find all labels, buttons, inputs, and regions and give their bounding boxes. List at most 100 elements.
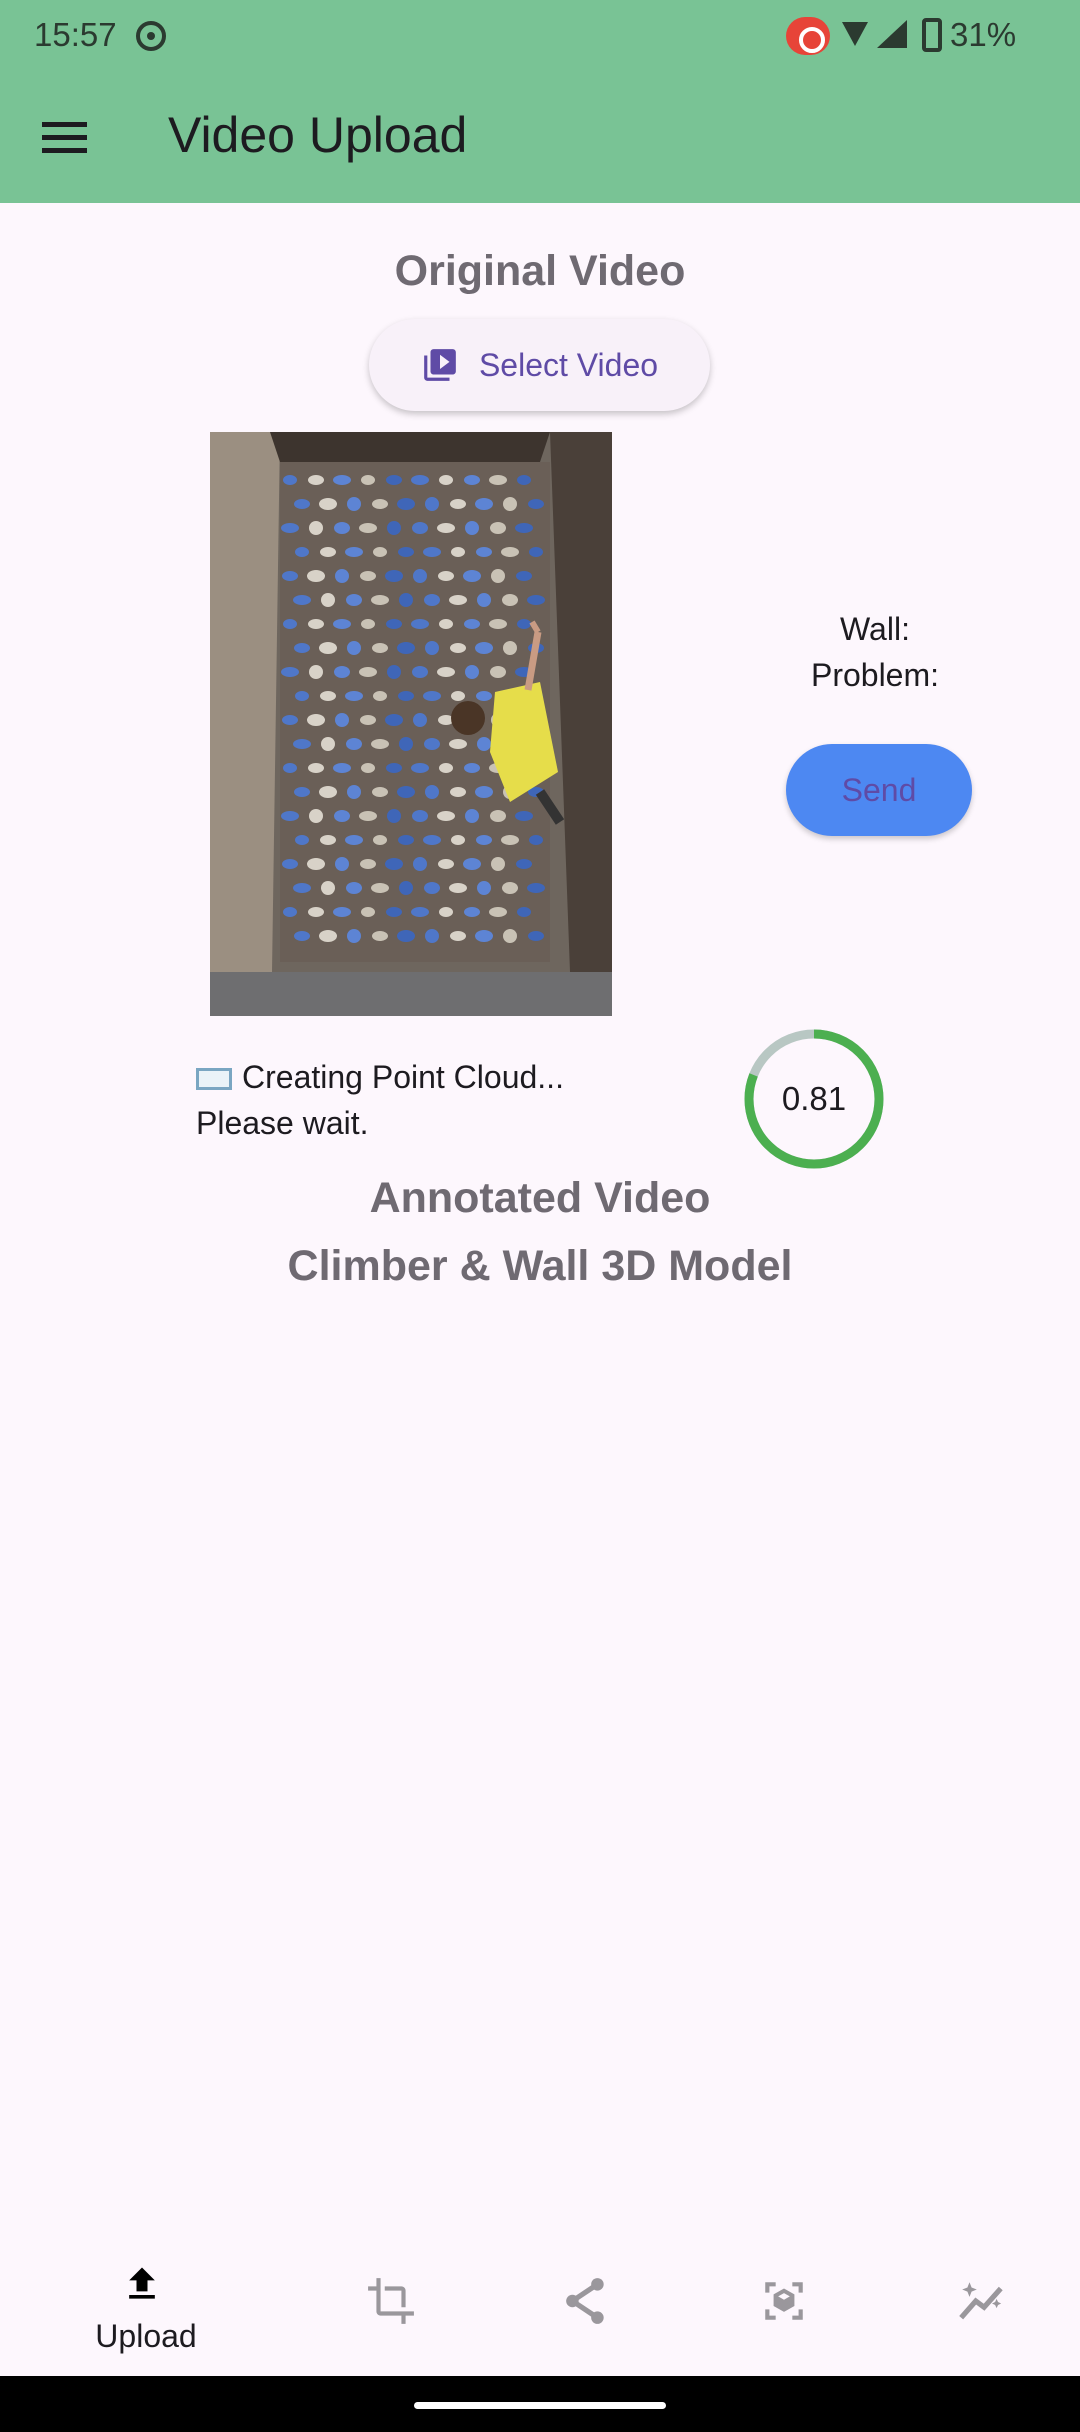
progress-value: 0.81 [781,1080,847,1117]
climbing-hold [464,619,480,629]
climbing-hold [361,475,375,485]
climbing-hold [387,521,401,535]
climbing-hold [283,763,297,773]
climbing-hold [335,857,349,871]
climbing-hold [424,738,440,750]
climbing-hold [516,859,532,869]
climbing-hold [360,859,376,869]
climbing-hold [501,835,519,845]
select-video-button[interactable]: Select Video [369,319,710,411]
climbing-hold [425,785,439,799]
climbing-hold [463,858,481,870]
climbing-hold [372,643,388,653]
status-bar: 15:57 31% [0,0,1080,72]
climbing-hold [281,667,299,677]
climbing-hold [307,714,325,726]
climbing-hold [320,547,336,557]
nav-share[interactable] [498,2240,678,2376]
annotated-video-title: Annotated Video [369,1174,711,1222]
nav-crop[interactable] [302,2240,482,2376]
climbing-hold [308,763,324,773]
climbing-hold [281,523,299,533]
climbing-hold [489,619,507,629]
app-bar: Video Upload [0,72,1080,203]
climbing-hold [425,929,439,943]
problem-label: Problem: [810,657,940,693]
climbing-hold [294,499,310,509]
climbing-hold [361,763,375,773]
analytics-icon [959,2282,1003,2320]
crop-icon [368,2278,414,2324]
climbing-hold [489,475,507,485]
nav-3d-model[interactable] [695,2240,875,2376]
settings-dot-icon [136,21,166,51]
climbing-hold [437,667,455,677]
climbing-hold [309,809,323,823]
climbing-hold [347,785,361,799]
video-preview[interactable] [210,432,612,1016]
climbing-hold [309,521,323,535]
model-3d-title: Climber & Wall 3D Model [287,1242,793,1290]
climbing-hold [334,810,350,822]
climbing-hold [491,569,505,583]
nav-analytics[interactable] [893,2240,1073,2376]
climbing-hold [373,691,387,701]
send-button[interactable]: Send [786,744,972,836]
climbing-hold [424,594,440,606]
climbing-hold [503,641,517,655]
climbing-hold [319,642,337,654]
climbing-hold [309,665,323,679]
climbing-hold [283,907,297,917]
climbing-hold [438,859,454,869]
climbing-hold [450,931,466,941]
climbing-hold [385,714,403,726]
climbing-hold [347,929,361,943]
climbing-hold [345,547,363,557]
climbing-hold [334,666,350,678]
climbing-hold [347,497,361,511]
climbing-hold [295,835,309,845]
processing-status: Creating Point Cloud... Please wait. [196,1054,656,1146]
climbing-hold [385,858,403,870]
original-video-title: Original Video [394,247,686,295]
climbing-hold [516,571,532,581]
climbing-hold [372,787,388,797]
climbing-hold [294,931,310,941]
status-line-2: Please wait. [196,1105,369,1141]
climbing-hold [319,930,337,942]
climbing-hold [399,737,413,751]
climbing-hold [346,882,362,894]
climbing-hold [307,858,325,870]
climbing-hold [477,881,491,895]
climbing-hold [360,715,376,725]
climbing-hold [397,930,415,942]
climbing-hold [437,811,455,821]
status-line-1: Creating Point Cloud... [242,1059,564,1095]
climbing-hold [319,786,337,798]
climbing-hold [386,619,402,629]
climbing-hold [399,593,413,607]
climbing-hold [503,929,517,943]
menu-icon[interactable] [42,122,87,154]
climbing-hold [346,738,362,750]
upload-icon [129,2267,155,2299]
3d-cube-icon [765,2282,803,2320]
climbing-hold [503,497,517,511]
climbing-hold [489,907,507,917]
climbing-hold [411,619,429,629]
climbing-hold [517,475,531,485]
climbing-hold [439,763,453,773]
gesture-bar [0,2376,1080,2432]
climbing-hold [423,835,441,845]
nav-upload[interactable]: Upload [56,2240,236,2376]
climbing-hold [307,570,325,582]
climbing-hold [386,763,402,773]
climbing-hold [451,547,465,557]
climbing-hold [412,666,428,678]
climbing-hold [465,521,479,535]
climbing-hold [477,593,491,607]
wifi-icon [842,22,868,46]
climbing-hold [528,931,544,941]
climbing-hold [399,881,413,895]
home-indicator[interactable] [414,2402,666,2409]
